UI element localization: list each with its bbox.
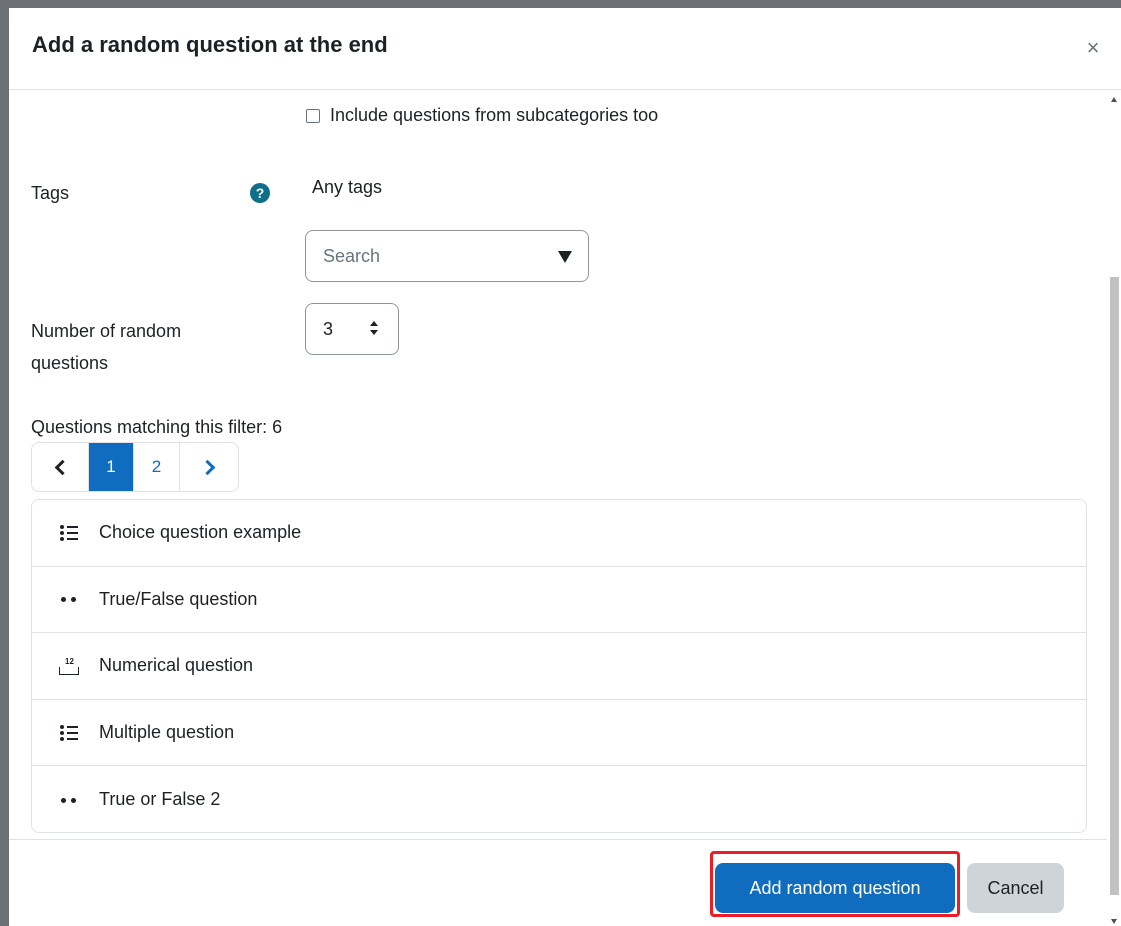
chevron-left-icon: [54, 459, 70, 475]
matching-count-text: Questions matching this filter: 6: [31, 417, 283, 437]
num-random-value: 3: [323, 319, 334, 339]
pagination-page-2[interactable]: 2: [134, 443, 180, 491]
question-name: True/False question: [99, 588, 258, 609]
scroll-up-icon[interactable]: [1111, 97, 1117, 102]
pagination: 1 2: [31, 442, 239, 492]
modal-title: Add a random question at the end: [32, 32, 388, 57]
truefalse-icon: [59, 790, 79, 810]
scrollbar[interactable]: [1107, 91, 1121, 926]
include-subcategories-checkbox[interactable]: [306, 108, 320, 123]
include-subcategories-row[interactable]: Include questions from subcategories too: [306, 105, 658, 126]
num-random-select[interactable]: 3: [305, 303, 399, 355]
close-icon[interactable]: ×: [1081, 36, 1105, 60]
list-item[interactable]: Choice question example: [32, 500, 1086, 567]
sort-arrows-icon: [370, 321, 378, 337]
list-item[interactable]: True/False question: [32, 567, 1086, 634]
modal-header: Add a random question at the end ×: [9, 8, 1121, 90]
list-item[interactable]: True or False 2: [32, 766, 1086, 832]
question-list: Choice question example True/False quest…: [31, 499, 1087, 833]
include-subcategories-label: Include questions from subcategories too: [330, 105, 659, 125]
tags-search-select[interactable]: Search: [305, 230, 589, 282]
modal-body: Include questions from subcategories too…: [9, 91, 1107, 839]
question-name: Numerical question: [99, 655, 254, 676]
tags-search-placeholder: Search: [323, 246, 381, 266]
random-question-modal: Add a random question at the end × Inclu…: [9, 8, 1121, 926]
pagination-prev[interactable]: [32, 443, 89, 491]
chevron-right-icon: [199, 459, 215, 475]
cancel-button[interactable]: Cancel: [967, 863, 1064, 913]
modal-footer: Add random question Cancel: [9, 839, 1107, 926]
scroll-thumb[interactable]: [1110, 277, 1119, 895]
question-name: True or False 2: [99, 789, 221, 810]
list-item[interactable]: Multiple question: [32, 700, 1086, 767]
multichoice-icon: [59, 523, 79, 543]
question-name: Choice question example: [99, 522, 302, 543]
multichoice-icon: [59, 723, 79, 743]
truefalse-icon: [59, 589, 79, 609]
question-circle-icon[interactable]: ?: [250, 183, 270, 203]
scroll-down-icon[interactable]: [1111, 919, 1117, 924]
pagination-page-1[interactable]: 1: [89, 443, 134, 491]
add-random-question-button[interactable]: Add random question: [715, 863, 955, 913]
list-item[interactable]: 12 Numerical question: [32, 633, 1086, 700]
tags-label: Tags: [31, 183, 70, 203]
num-random-label: Number of random questions: [31, 321, 182, 373]
tags-value: Any tags: [312, 177, 383, 197]
caret-down-icon[interactable]: [558, 251, 572, 263]
numerical-icon: 12: [59, 656, 79, 676]
pagination-next[interactable]: [180, 443, 238, 491]
question-name: Multiple question: [99, 722, 235, 743]
